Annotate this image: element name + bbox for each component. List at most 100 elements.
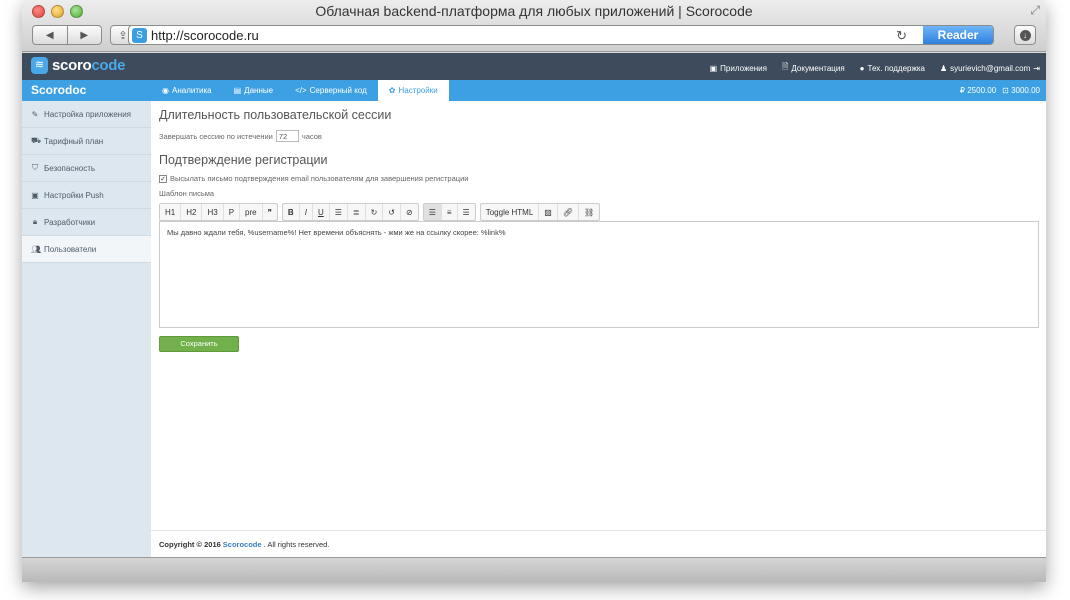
logo-text-right: code [91, 57, 126, 74]
footer-copyright: Copyright © 2016 [159, 539, 221, 549]
bold-button[interactable]: B [283, 204, 300, 220]
tab-analytics[interactable]: ◉ Аналитика [151, 80, 223, 101]
scorocode-favicon-icon: S [132, 28, 147, 43]
template-label: Шаблон письма [159, 189, 215, 198]
balance-amount: ₽ 2500.00 [959, 86, 997, 95]
redo-icon[interactable]: ↻ [366, 204, 384, 220]
app-name: Scorodoc [31, 83, 87, 97]
bullet-list-icon[interactable]: ☰ [330, 204, 348, 220]
document-icon: 🗎 [781, 62, 789, 71]
session-row: Завершать сессию по истечении часов [159, 130, 322, 142]
align-right-icon[interactable]: ☰ [458, 204, 475, 220]
tab-label: Аналитика [171, 86, 212, 95]
send-email-checkbox[interactable]: ✓ [159, 174, 167, 183]
shield-icon: ⛉ [32, 163, 38, 172]
sidebar-item-push[interactable]: ▣ Настройки Push [22, 182, 151, 209]
align-left-icon[interactable]: ☰ [423, 204, 442, 220]
code-icon: </> [295, 86, 307, 95]
send-email-row: ✓ Высылать письмо подтверждения email по… [159, 174, 468, 183]
reload-icon[interactable]: ↻ [896, 28, 907, 44]
sidebar-item-security[interactable]: ⛉ Безопасность [22, 155, 151, 182]
sidebar-item-app-settings[interactable]: ✎ Настройка приложения [22, 101, 151, 128]
lock-icon: 🔒︎ [32, 217, 38, 226]
session-prefix: Завершать сессию по истечении [159, 131, 273, 141]
editor-toolbar: H1 H2 H3 P pre ❞ B I U ☰ ≣ ↻ ↺ ⊘ ☰ ≡ ☰ T… [159, 203, 601, 221]
sidebar-item-developers[interactable]: 🔒︎ Разработчики [22, 209, 151, 236]
h3-button[interactable]: H3 [202, 204, 224, 220]
unlink-icon[interactable]: ⛓ [579, 204, 599, 220]
back-arrow-icon[interactable]: ◀ [33, 26, 68, 44]
balance-secondary: ⊡ 3000.00 [1002, 86, 1040, 95]
balance: ₽ 2500.00 ⊡ 3000.00 [960, 86, 1040, 95]
clear-format-icon[interactable]: ⊘ [401, 204, 418, 220]
fullscreen-icon[interactable]: ⤢ [1030, 3, 1040, 18]
session-hours-input[interactable] [275, 130, 299, 142]
sidebar-item-tariff[interactable]: ⛟ Тарифный план [22, 128, 151, 155]
logout-icon[interactable]: ⇥ [1033, 64, 1040, 73]
h2-button[interactable]: H2 [181, 204, 203, 220]
pre-button[interactable]: pre [240, 204, 263, 220]
registration-title: Подтверждение регистрации [159, 153, 328, 167]
session-suffix: часов [301, 131, 322, 141]
format-group: H1 H2 H3 P pre ❞ [159, 203, 278, 221]
sidebar-item-label: Пользователи [44, 244, 97, 254]
history-nav: ◀ ▶ [32, 25, 102, 45]
h1-button[interactable]: H1 [160, 204, 182, 220]
align-center-icon[interactable]: ≡ [442, 204, 458, 220]
sidebar-item-label: Настройка приложения [44, 109, 131, 119]
app-tabs: ◉ Аналитика ▤ Данные </> Серверный код ✿ Нас… [151, 80, 449, 101]
share-icon: ⇪ [118, 29, 128, 42]
logo-mark-icon: ≋ [31, 57, 48, 74]
download-icon: ↓ [1019, 29, 1031, 41]
header-nav: ▣ Приложения 🗎 Документация ● Тех. поддержк… [710, 61, 1040, 75]
nav-docs-link[interactable]: 🗎 Документация [782, 61, 845, 75]
quote-button[interactable]: ❞ [263, 204, 277, 220]
sidebar-item-label: Настройки Push [44, 190, 104, 200]
undo-icon[interactable]: ↺ [383, 204, 401, 220]
email-template-editor[interactable]: Мы давно ждали тебя, %username%! Нет вре… [159, 221, 1039, 328]
app-header: ≋ scorocode ▣ Приложения 🗎 Документация ● Т… [22, 53, 1046, 80]
paragraph-button[interactable]: P [224, 204, 241, 220]
tab-label: Серверный код [309, 86, 367, 95]
sidebar-item-label: Тарифный план [44, 136, 104, 146]
italic-button[interactable]: I [300, 204, 313, 220]
main-content: Длительность пользовательской сессии Зав… [151, 101, 1046, 557]
session-title: Длительность пользовательской сессии [159, 108, 392, 122]
send-email-label: Высылать письмо подтверждения email поль… [170, 174, 469, 183]
footer-brand-link[interactable]: Scorocode [223, 540, 262, 549]
tab-data[interactable]: ▤ Данные [223, 80, 284, 101]
address-bar[interactable]: S http://scorocode.ru ↻ Reader [128, 25, 994, 45]
gear-icon: ✿ [388, 86, 396, 95]
reader-button[interactable]: Reader [923, 26, 993, 44]
user-email: syurievich@gmail.com [950, 63, 1031, 73]
tab-server-code[interactable]: </> Серверный код [284, 80, 378, 101]
downloads-button[interactable]: ↓ [1014, 25, 1036, 45]
tab-label: Настройки [398, 86, 438, 95]
sidebar-item-label: Безопасность [44, 163, 96, 173]
link-icon[interactable]: 🔗︎ [558, 204, 580, 220]
forward-arrow-icon[interactable]: ▶ [68, 26, 102, 44]
numbered-list-icon[interactable]: ≣ [348, 204, 366, 220]
sidebar: ✎ Настройка приложения ⛟ Тарифный план ⛉ Бе… [22, 101, 151, 557]
save-button[interactable]: Сохранить [159, 336, 239, 352]
data-icon: ▤ [233, 86, 242, 95]
user-menu[interactable]: ♟ syurievich@gmail.com ⇥ [940, 61, 1040, 75]
cart-icon: ⛟ [31, 136, 42, 145]
push-icon: ▣ [31, 190, 39, 200]
scorocode-logo[interactable]: ≋ scorocode [31, 57, 125, 74]
underline-button[interactable]: U [313, 204, 330, 220]
style-group: B I U ☰ ≣ ↻ ↺ ⊘ [281, 203, 419, 221]
user-icon: ♟ [939, 63, 948, 73]
sidebar-item-users[interactable]: 👥︎ Пользователи [22, 236, 151, 263]
tab-settings[interactable]: ✿ Настройки [377, 80, 449, 101]
logo-text-left: scoro [52, 57, 92, 74]
toggle-html-button[interactable]: Toggle HTML [481, 204, 540, 220]
nav-apps-link[interactable]: ▣ Приложения [710, 61, 767, 75]
browser-window: Облачная backend-платформа для любых при… [22, 0, 1046, 582]
browser-status-bar [22, 557, 1046, 582]
url-text[interactable]: http://scorocode.ru [151, 28, 259, 43]
nav-apps-label: Приложения [720, 63, 767, 73]
sidebar-item-label: Разработчики [44, 217, 96, 227]
image-icon[interactable]: ▨ [539, 204, 558, 220]
nav-support-link[interactable]: ● Тех. поддержка [860, 61, 925, 75]
